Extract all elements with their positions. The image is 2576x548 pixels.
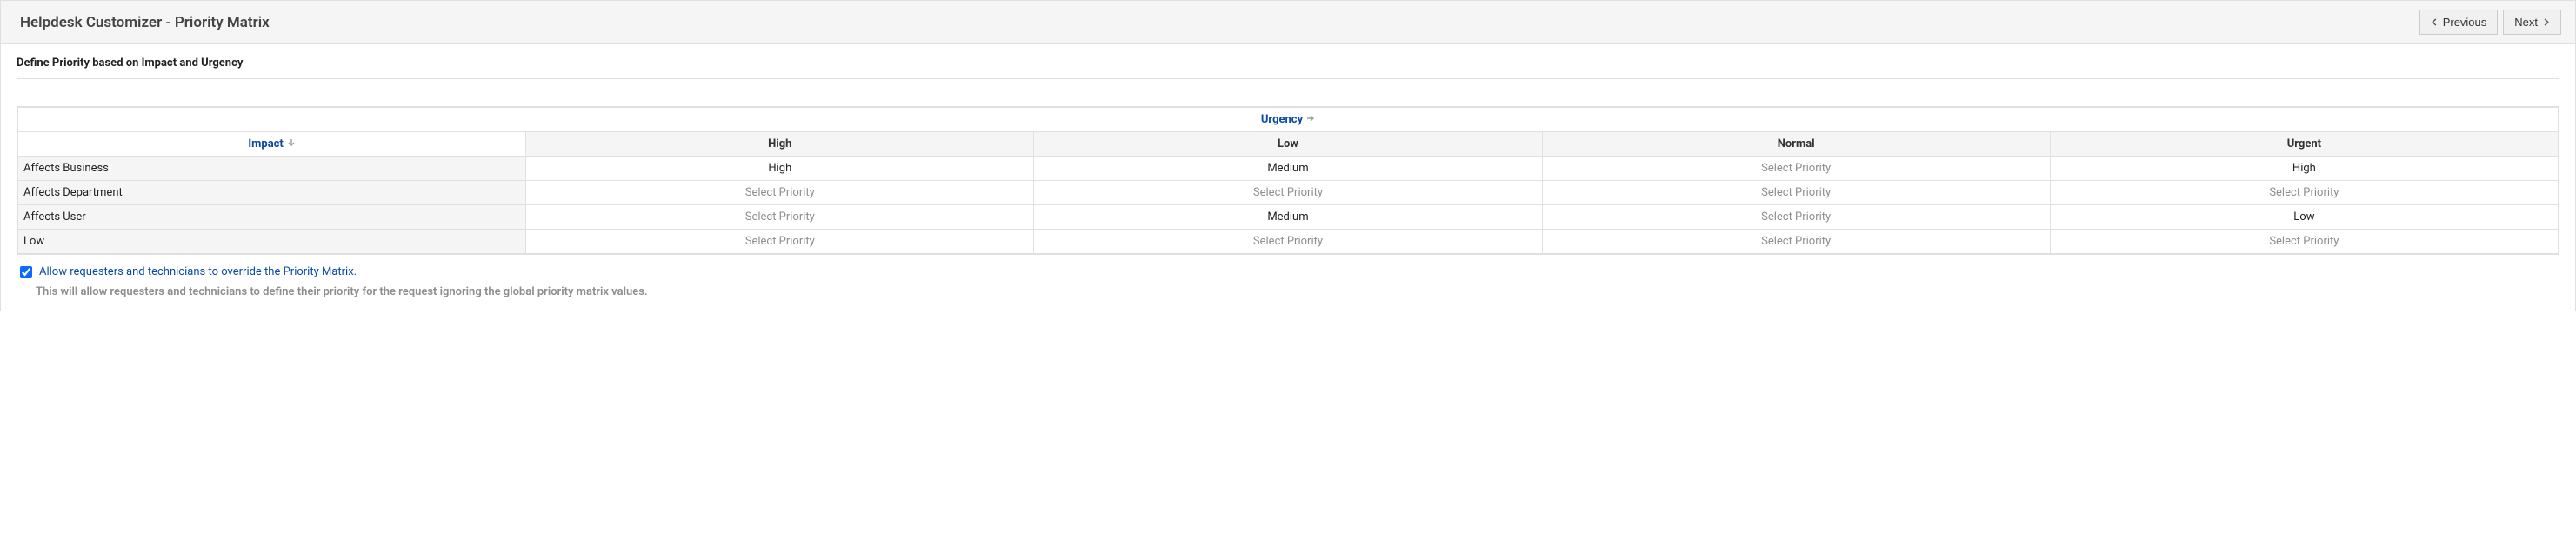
matrix-row: Affects UserSelect PriorityMediumSelect …: [18, 205, 2559, 230]
priority-cell[interactable]: Medium: [1034, 205, 1542, 230]
impact-axis-label: Impact: [248, 137, 296, 150]
override-row: Allow requesters and technicians to over…: [17, 255, 2559, 278]
chevron-left-icon: [2431, 16, 2439, 29]
priority-cell[interactable]: Select Priority: [1542, 205, 2050, 230]
priority-cell[interactable]: Select Priority: [1542, 157, 2050, 181]
section-title: Define Priority based on Impact and Urge…: [17, 57, 2559, 70]
priority-cell[interactable]: Select Priority: [1542, 181, 2050, 205]
next-button-label: Next: [2514, 16, 2538, 29]
priority-cell[interactable]: High: [2050, 157, 2558, 181]
chevron-right-icon: [2542, 16, 2550, 29]
priority-cell[interactable]: Select Priority: [526, 205, 1034, 230]
override-label[interactable]: Allow requesters and technicians to over…: [39, 265, 357, 278]
urgency-column-header: Urgent: [2050, 132, 2558, 157]
override-help-text: This will allow requesters and technicia…: [36, 285, 2559, 298]
priority-matrix-table: Urgency Impact HighLowNormalUrgentAffect…: [17, 107, 2559, 254]
impact-row-label: Affects Business: [18, 157, 526, 181]
priority-cell[interactable]: Select Priority: [2050, 181, 2558, 205]
matrix-row: LowSelect PrioritySelect PrioritySelect …: [18, 230, 2559, 254]
urgency-axis-label: Urgency: [1261, 113, 1315, 126]
content-area: Define Priority based on Impact and Urge…: [1, 44, 2575, 311]
page-header: Helpdesk Customizer - Priority Matrix Pr…: [1, 1, 2575, 44]
impact-row-label: Affects User: [18, 205, 526, 230]
matrix-row: Affects DepartmentSelect PrioritySelect …: [18, 181, 2559, 205]
arrow-down-icon: [287, 137, 296, 150]
urgency-column-header: High: [526, 132, 1034, 157]
matrix-row: Affects BusinessHighMediumSelect Priorit…: [18, 157, 2559, 181]
urgency-column-header: Low: [1034, 132, 1542, 157]
priority-cell[interactable]: Medium: [1034, 157, 1542, 181]
previous-button[interactable]: Previous: [2419, 10, 2499, 35]
impact-axis-header: Impact: [18, 132, 526, 157]
matrix-wrapper: Urgency Impact HighLowNormalUrgentAffect…: [17, 78, 2559, 255]
matrix-spacer: [17, 79, 2559, 107]
previous-button-label: Previous: [2443, 16, 2487, 29]
arrow-right-icon: [1306, 113, 1315, 126]
impact-row-label: Low: [18, 230, 526, 254]
page-container: Helpdesk Customizer - Priority Matrix Pr…: [0, 0, 2576, 311]
priority-cell[interactable]: High: [526, 157, 1034, 181]
next-button[interactable]: Next: [2503, 10, 2561, 35]
page-title: Helpdesk Customizer - Priority Matrix: [20, 14, 270, 31]
priority-cell[interactable]: Select Priority: [526, 230, 1034, 254]
override-checkbox[interactable]: [20, 266, 32, 278]
nav-buttons: Previous Next: [2419, 10, 2561, 35]
priority-cell[interactable]: Select Priority: [1034, 230, 1542, 254]
priority-cell[interactable]: Low: [2050, 205, 2558, 230]
impact-row-label: Affects Department: [18, 181, 526, 205]
urgency-column-header: Normal: [1542, 132, 2050, 157]
priority-cell[interactable]: Select Priority: [1542, 230, 2050, 254]
priority-cell[interactable]: Select Priority: [1034, 181, 1542, 205]
priority-cell[interactable]: Select Priority: [526, 181, 1034, 205]
priority-cell[interactable]: Select Priority: [2050, 230, 2558, 254]
urgency-axis-header: Urgency: [18, 108, 2559, 132]
